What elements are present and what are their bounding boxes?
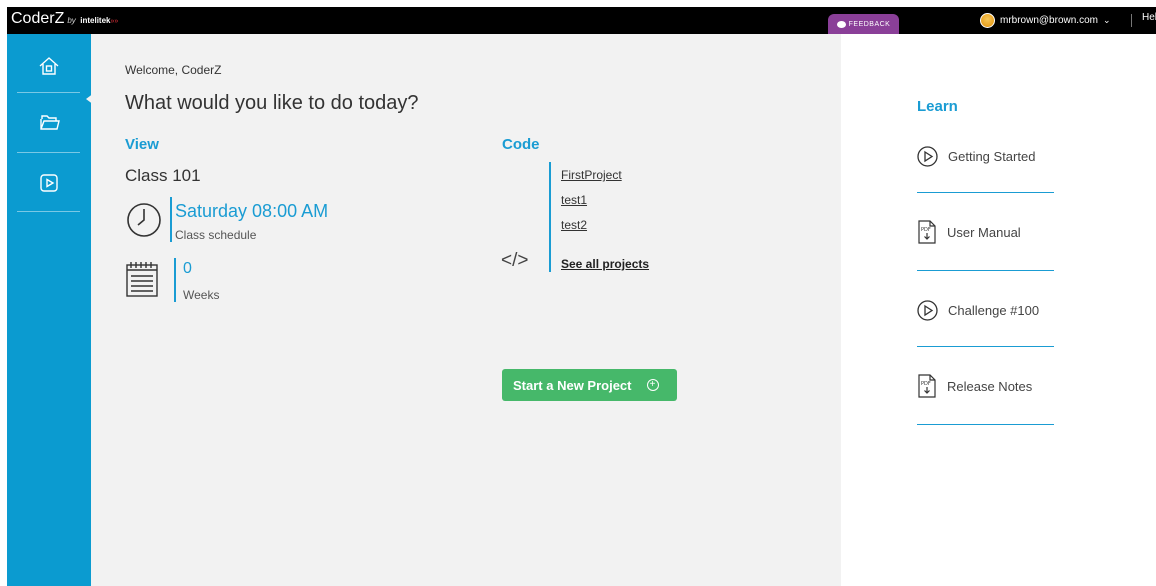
learn-item-release-notes[interactable]: PDF Release Notes xyxy=(917,371,1032,401)
sidebar-divider xyxy=(17,152,80,153)
play-circle-icon xyxy=(917,145,938,167)
user-email: mrbrown@brown.com xyxy=(1000,14,1098,26)
help-link[interactable]: Help xyxy=(1142,12,1156,23)
feedback-label: FEEDBACK xyxy=(848,20,891,28)
brand-arrows: »» xyxy=(110,18,119,25)
learn-item-label: Release Notes xyxy=(947,378,1033,394)
learn-item-getting-started[interactable]: Getting Started xyxy=(917,141,1035,171)
avatar xyxy=(980,12,995,28)
welcome-text: Welcome, CoderZ xyxy=(125,63,222,77)
app-root: CoderZ by intelitek»» FEEDBACK mrbrown@br… xyxy=(0,0,1156,586)
schedule-divider xyxy=(170,197,172,242)
plus-circle-icon: + xyxy=(646,379,659,391)
sidebar xyxy=(7,34,98,586)
svg-text:PDF: PDF xyxy=(921,227,931,233)
learn-panel: Learn Getting Started PDF User Manual Ch… xyxy=(841,34,1156,586)
learn-divider xyxy=(917,192,1054,193)
learn-item-user-manual[interactable]: PDF User Manual xyxy=(917,217,1021,247)
calendar-icon xyxy=(126,262,158,297)
schedule-label: Class schedule xyxy=(175,228,257,242)
learn-divider xyxy=(917,270,1054,271)
play-circle-icon xyxy=(917,299,938,321)
sidebar-divider xyxy=(17,211,80,212)
sidebar-divider xyxy=(17,92,80,93)
brand-name: CoderZ xyxy=(11,10,65,27)
pdf-download-icon: PDF xyxy=(918,374,936,398)
chat-bubble-icon xyxy=(836,20,846,28)
code-icon: </> xyxy=(501,250,529,271)
feedback-button[interactable]: FEEDBACK xyxy=(828,14,899,34)
clock-icon xyxy=(127,203,161,237)
learn-item-label: User Manual xyxy=(947,224,1021,240)
brand-logo[interactable]: CoderZ by intelitek»» xyxy=(11,10,118,28)
home-icon xyxy=(39,57,59,75)
sidebar-item-projects[interactable] xyxy=(7,96,91,148)
brand-by: by xyxy=(67,16,76,25)
schedule-time: Saturday 08:00 AM xyxy=(175,201,329,221)
brand-company: intelitek xyxy=(80,16,111,25)
top-bar: CoderZ by intelitek»» FEEDBACK mrbrown@br… xyxy=(7,7,1156,34)
project-link-test1[interactable]: test1 xyxy=(561,193,587,207)
pdf-download-icon: PDF xyxy=(918,220,936,244)
view-heading: View xyxy=(125,136,159,153)
user-menu[interactable]: mrbrown@brown.com ⌄ xyxy=(980,11,1111,29)
learn-divider xyxy=(917,346,1054,347)
sidebar-item-media[interactable] xyxy=(7,157,91,209)
play-icon xyxy=(40,174,58,192)
svg-text:PDF: PDF xyxy=(921,381,931,387)
sidebar-item-home[interactable] xyxy=(7,40,91,92)
learn-item-challenge-100[interactable]: Challenge #100 xyxy=(917,295,1039,325)
project-link-firstproject[interactable]: FirstProject xyxy=(561,168,622,182)
projects-divider xyxy=(549,162,551,272)
weeks-value: 0 xyxy=(183,260,192,277)
learn-item-label: Getting Started xyxy=(948,148,1036,164)
learn-item-label: Challenge #100 xyxy=(948,302,1040,318)
code-heading: Code xyxy=(502,136,540,153)
page-title: What would you like to do today? xyxy=(125,92,419,114)
topbar-divider xyxy=(1131,14,1132,27)
see-all-projects-link[interactable]: See all projects xyxy=(561,257,649,271)
chevron-down-icon: ⌄ xyxy=(1102,14,1111,25)
start-new-project-button[interactable]: Start a New Project + xyxy=(502,369,677,401)
start-new-project-label: Start a New Project xyxy=(513,377,632,393)
class-name[interactable]: Class 101 xyxy=(125,166,201,186)
learn-divider xyxy=(917,424,1054,425)
weeks-divider xyxy=(174,258,176,302)
weeks-label: Weeks xyxy=(183,288,220,302)
learn-heading: Learn xyxy=(917,98,958,115)
project-link-test2[interactable]: test2 xyxy=(561,218,587,232)
folder-icon xyxy=(40,115,60,130)
main-content: Welcome, CoderZ What would you like to d… xyxy=(91,34,841,586)
